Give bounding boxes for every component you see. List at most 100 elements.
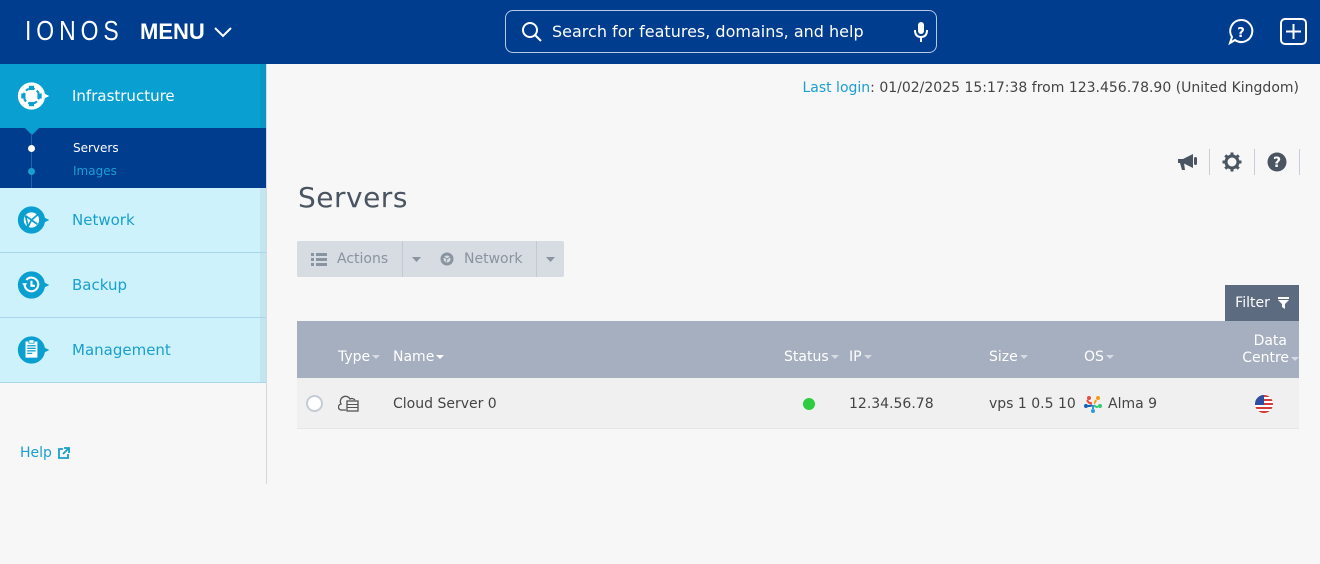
sidebar-item-label: Management	[72, 341, 171, 359]
sidebar-item-label: Network	[72, 211, 135, 229]
column-label-line2: Centre	[1242, 350, 1299, 367]
sort-caret-icon	[372, 355, 381, 359]
server-name[interactable]: Cloud Server 0	[393, 378, 497, 429]
column-label: OS	[1084, 349, 1104, 365]
help-label: Help	[20, 445, 52, 461]
scroll-edge	[260, 318, 266, 382]
column-label: Centre	[1242, 350, 1289, 366]
actions-button[interactable]: Actions	[297, 241, 402, 277]
help-link[interactable]: Help	[20, 445, 70, 461]
svg-text:?: ?	[1237, 26, 1245, 41]
help-button[interactable]: ?	[1255, 148, 1299, 176]
sidebar-item-network[interactable]: Network	[0, 188, 266, 253]
network-caret[interactable]	[536, 241, 564, 277]
sidebar-item-infrastructure[interactable]: Infrastructure	[0, 64, 266, 128]
subitem-label: Servers	[73, 141, 119, 155]
sidebar-subitem-servers[interactable]: Servers	[0, 137, 260, 159]
filter-label: Filter	[1235, 295, 1270, 311]
sort-caret-icon	[1291, 356, 1299, 361]
network-globe-icon	[17, 206, 50, 234]
network-button[interactable]: Network	[426, 241, 536, 277]
clipboard-icon	[17, 336, 50, 364]
menu-button[interactable]: MENU	[140, 19, 233, 45]
column-label: Status	[784, 349, 829, 365]
search-icon	[522, 21, 542, 42]
sort-caret-icon	[863, 355, 872, 359]
network-label: Network	[464, 251, 523, 267]
server-ip: 12.34.56.78	[849, 395, 934, 412]
sidebar: Infrastructure Servers Images Network Ba…	[0, 64, 267, 484]
sidebar-item-label: Backup	[72, 276, 127, 294]
add-square-icon[interactable]	[1280, 18, 1307, 45]
column-status[interactable]: Status	[784, 349, 839, 365]
column-size[interactable]: Size	[989, 349, 1028, 365]
last-login-info: Last login: 01/02/2025 15:17:38 from 123…	[802, 80, 1299, 96]
backup-clock-icon	[17, 271, 50, 299]
search-input[interactable]	[552, 22, 902, 41]
last-login-link[interactable]: Last login	[802, 80, 870, 96]
page-title: Servers	[298, 181, 408, 214]
scroll-edge	[260, 188, 266, 252]
chevron-down-icon	[214, 27, 232, 38]
sidebar-subitem-images[interactable]: Images	[0, 160, 260, 182]
servers-table: Type Name Status IP Size OS Data Centre …	[297, 321, 1299, 429]
status-running-icon	[803, 397, 815, 410]
chat-help-icon[interactable]: ?	[1227, 18, 1255, 46]
column-ip[interactable]: IP	[849, 349, 872, 365]
separator	[1299, 149, 1300, 175]
page-tools: ?	[1165, 148, 1300, 176]
column-label: IP	[849, 349, 862, 365]
ionos-logo[interactable]: IONOS	[25, 15, 124, 47]
sort-caret-icon	[1019, 355, 1028, 359]
column-label: Data	[1253, 333, 1287, 349]
row-select-radio[interactable]	[306, 395, 323, 412]
last-login-value: : 01/02/2025 15:17:38 from 123.456.78.90…	[870, 80, 1299, 96]
sidebar-item-backup[interactable]: Backup	[0, 253, 266, 318]
sort-caret-icon	[436, 355, 445, 359]
server-os: Alma 9	[1108, 395, 1158, 412]
actions-label: Actions	[337, 251, 389, 267]
column-name[interactable]: Name	[393, 349, 445, 365]
scroll-edge	[260, 253, 266, 317]
us-flag-icon	[1255, 394, 1273, 413]
column-type[interactable]: Type	[338, 349, 381, 365]
gear-icon	[1222, 152, 1242, 172]
network-dropdown: Network	[426, 241, 565, 277]
sort-caret-icon	[1105, 355, 1114, 359]
active-pointer	[24, 127, 40, 135]
megaphone-icon	[1178, 154, 1197, 170]
settings-button[interactable]	[1210, 148, 1254, 176]
cloud-server-icon	[338, 395, 359, 412]
announcements-button[interactable]	[1165, 148, 1209, 176]
active-dot	[28, 144, 35, 152]
filter-button[interactable]: Filter	[1225, 285, 1299, 321]
infrastructure-subnav: Servers Images	[0, 127, 266, 188]
microphone-icon[interactable]	[914, 21, 928, 43]
server-size: vps 1 0.5 10	[989, 395, 1076, 412]
column-label: Size	[989, 349, 1018, 365]
svg-text:?: ?	[1273, 155, 1281, 171]
caret-down-icon	[412, 256, 422, 262]
network-globe-icon	[440, 252, 454, 266]
column-data-centre[interactable]: Data Centre	[1242, 333, 1299, 367]
help-circle-icon: ?	[1267, 152, 1287, 172]
sort-caret-icon	[830, 355, 839, 359]
funnel-icon	[1277, 297, 1289, 309]
sidebar-item-management[interactable]: Management	[0, 318, 266, 383]
scroll-edge	[260, 64, 266, 128]
inactive-dot	[28, 167, 35, 175]
column-os[interactable]: OS	[1084, 349, 1114, 365]
sidebar-item-label: Infrastructure	[72, 87, 175, 105]
menu-label: MENU	[140, 19, 205, 44]
table-row[interactable]: Cloud Server 0 12.34.56.78 vps 1 0.5 10 …	[297, 378, 1299, 429]
list-icon	[311, 252, 327, 266]
external-link-icon	[58, 446, 70, 459]
subitem-label: Images	[73, 164, 117, 178]
infrastructure-icon	[17, 82, 50, 110]
actions-dropdown: Actions	[297, 241, 431, 277]
caret-down-icon	[546, 256, 556, 262]
alma-linux-icon	[1084, 395, 1102, 413]
column-label: Name	[393, 349, 435, 365]
search-box[interactable]	[505, 10, 937, 53]
table-header: Type Name Status IP Size OS Data Centre	[297, 321, 1299, 378]
